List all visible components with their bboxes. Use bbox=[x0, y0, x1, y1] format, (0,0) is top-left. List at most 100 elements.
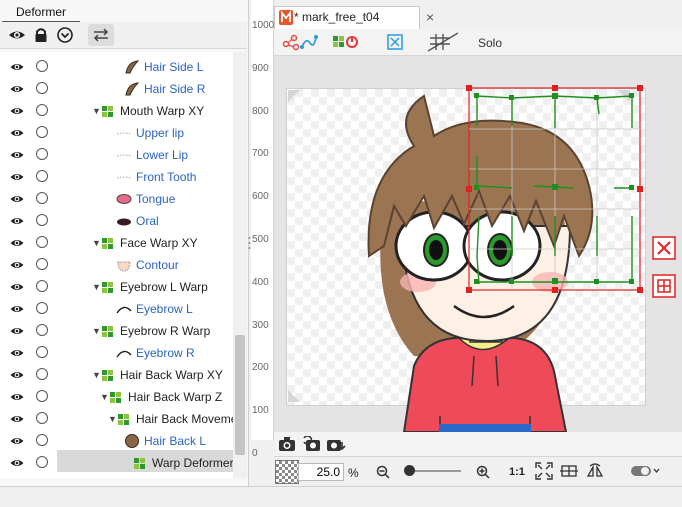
tree-row[interactable]: ▼ Hair Back Warp XY bbox=[0, 364, 233, 386]
lock-toggle-icon[interactable] bbox=[36, 60, 48, 72]
lock-icon[interactable] bbox=[32, 26, 50, 44]
lock-toggle-icon[interactable] bbox=[36, 192, 48, 204]
close-icon[interactable]: × bbox=[426, 9, 434, 25]
lock-toggle-icon[interactable] bbox=[36, 236, 48, 248]
grid-view-icon[interactable] bbox=[560, 463, 578, 479]
tree-row[interactable]: ▼ Mouth Warp XY bbox=[0, 100, 233, 122]
tree-row[interactable]: Tongue bbox=[0, 188, 233, 210]
tree-row[interactable]: Hair Side L bbox=[0, 56, 233, 78]
lock-toggle-icon[interactable] bbox=[36, 82, 48, 94]
eye-icon[interactable] bbox=[10, 171, 24, 183]
lock-toggle-icon[interactable] bbox=[36, 456, 48, 468]
lock-toggle-icon[interactable] bbox=[36, 368, 48, 380]
eye-icon[interactable] bbox=[10, 391, 24, 403]
tree-row-label: Mouth Warp XY bbox=[120, 104, 205, 118]
fit-to-view-icon[interactable] bbox=[535, 462, 553, 480]
eye-icon[interactable] bbox=[10, 215, 24, 227]
chevron-down-circle-icon[interactable] bbox=[56, 26, 74, 44]
lock-toggle-icon[interactable] bbox=[36, 434, 48, 446]
eye-icon[interactable] bbox=[10, 457, 24, 469]
transparency-grid-toggle[interactable] bbox=[275, 460, 299, 484]
lock-toggle-icon[interactable] bbox=[36, 302, 48, 314]
eye-icon[interactable] bbox=[10, 413, 24, 425]
warp-deformer-icon bbox=[110, 392, 121, 403]
lock-toggle-icon[interactable] bbox=[36, 324, 48, 336]
eye-icon[interactable] bbox=[10, 369, 24, 381]
zoom-in-icon[interactable] bbox=[476, 465, 490, 479]
tree-row[interactable]: Eyebrow L bbox=[0, 298, 233, 320]
display-toggle-switch[interactable] bbox=[630, 464, 660, 478]
camera-icon[interactable] bbox=[278, 436, 296, 452]
delete-deformer-icon[interactable] bbox=[652, 236, 676, 260]
eye-icon[interactable] bbox=[10, 325, 24, 337]
zoom-input[interactable] bbox=[298, 463, 344, 481]
tree-row[interactable]: ▼ Face Warp XY bbox=[0, 232, 233, 254]
model-file-icon bbox=[279, 10, 293, 25]
eye-icon[interactable] bbox=[10, 347, 24, 359]
ruler-tick-label: 900 bbox=[252, 62, 269, 74]
zoom-out-icon[interactable] bbox=[376, 465, 390, 479]
lock-toggle-icon[interactable] bbox=[36, 280, 48, 292]
path-tool-icon[interactable] bbox=[282, 33, 318, 51]
lock-toggle-icon[interactable] bbox=[36, 412, 48, 424]
flip-horizontal-icon[interactable] bbox=[586, 463, 604, 479]
ruler-tick-label: 500 bbox=[252, 234, 269, 245]
lock-toggle-icon[interactable] bbox=[36, 214, 48, 226]
lock-toggle-icon[interactable] bbox=[36, 170, 48, 182]
tree-row-label: Hair Back L bbox=[144, 434, 207, 448]
tree-row[interactable]: ▼ Eyebrow R Warp bbox=[0, 320, 233, 342]
tree-row[interactable]: ▼ Eyebrow L Warp bbox=[0, 276, 233, 298]
warp-deformer-icon bbox=[102, 106, 113, 117]
grid-icon[interactable] bbox=[426, 32, 460, 52]
solo-toggle[interactable]: Solo bbox=[478, 36, 502, 50]
deformer-tab[interactable]: Deformer bbox=[2, 3, 80, 23]
lock-toggle-icon[interactable] bbox=[36, 148, 48, 160]
tree-row[interactable]: Warp Deformer bbox=[0, 452, 234, 474]
swap-toggle-button[interactable] bbox=[88, 24, 114, 46]
art-mesh-icon bbox=[116, 176, 132, 179]
deformer-grid-settings-icon[interactable] bbox=[652, 274, 676, 298]
lock-toggle-icon[interactable] bbox=[36, 126, 48, 138]
warp-rotation-toggle-icon[interactable] bbox=[332, 34, 360, 50]
ruler-tick-label: 400 bbox=[252, 276, 269, 288]
eye-icon[interactable] bbox=[10, 303, 24, 315]
eye-icon[interactable] bbox=[8, 26, 26, 44]
eye-icon[interactable] bbox=[10, 83, 24, 95]
fit-selection-icon[interactable] bbox=[386, 33, 404, 51]
tree-row[interactable]: Eyebrow R bbox=[0, 342, 233, 364]
tree-row-label: Hair Side R bbox=[144, 82, 206, 96]
actual-size-button[interactable]: 1:1 bbox=[509, 466, 525, 478]
status-bar bbox=[0, 486, 682, 507]
tree-scroll-thumb[interactable] bbox=[235, 335, 245, 455]
ruler-tick-label: 100 bbox=[252, 405, 269, 417]
eye-icon[interactable] bbox=[10, 149, 24, 161]
tree-row[interactable]: ▼ Hair Back Moveme bbox=[0, 408, 237, 430]
tree-row[interactable]: Hair Side R bbox=[0, 78, 233, 100]
zoom-slider-thumb[interactable] bbox=[404, 465, 415, 476]
eye-icon[interactable] bbox=[10, 281, 24, 293]
camera-reset-icon[interactable] bbox=[303, 436, 321, 452]
ruler-tick-label: 200 bbox=[252, 362, 269, 374]
zoom-unit-label: % bbox=[348, 466, 359, 480]
lock-toggle-icon[interactable] bbox=[36, 104, 48, 116]
eye-icon[interactable] bbox=[10, 105, 24, 117]
tree-row[interactable]: Oral bbox=[0, 210, 233, 232]
tree-row-label: Front Tooth bbox=[136, 170, 197, 184]
lock-toggle-icon[interactable] bbox=[36, 258, 48, 270]
eye-icon[interactable] bbox=[10, 127, 24, 139]
tree-row[interactable]: Front Tooth bbox=[0, 166, 233, 188]
eye-icon[interactable] bbox=[10, 61, 24, 73]
tree-row[interactable]: ▼ Hair Back Warp Z bbox=[0, 386, 233, 408]
tree-row[interactable]: Upper lip bbox=[0, 122, 233, 144]
camera-export-icon[interactable] bbox=[326, 436, 346, 452]
tree-row[interactable]: Hair Back L bbox=[0, 430, 233, 452]
tree-row[interactable]: Contour bbox=[0, 254, 233, 276]
tree-row[interactable]: Lower Lip bbox=[0, 144, 233, 166]
art-mesh-icon bbox=[116, 132, 132, 135]
lock-toggle-icon[interactable] bbox=[36, 390, 48, 402]
eye-icon[interactable] bbox=[10, 435, 24, 447]
lock-toggle-icon[interactable] bbox=[36, 346, 48, 358]
eye-icon[interactable] bbox=[10, 193, 24, 205]
eye-icon[interactable] bbox=[10, 259, 24, 271]
eye-icon[interactable] bbox=[10, 237, 24, 249]
